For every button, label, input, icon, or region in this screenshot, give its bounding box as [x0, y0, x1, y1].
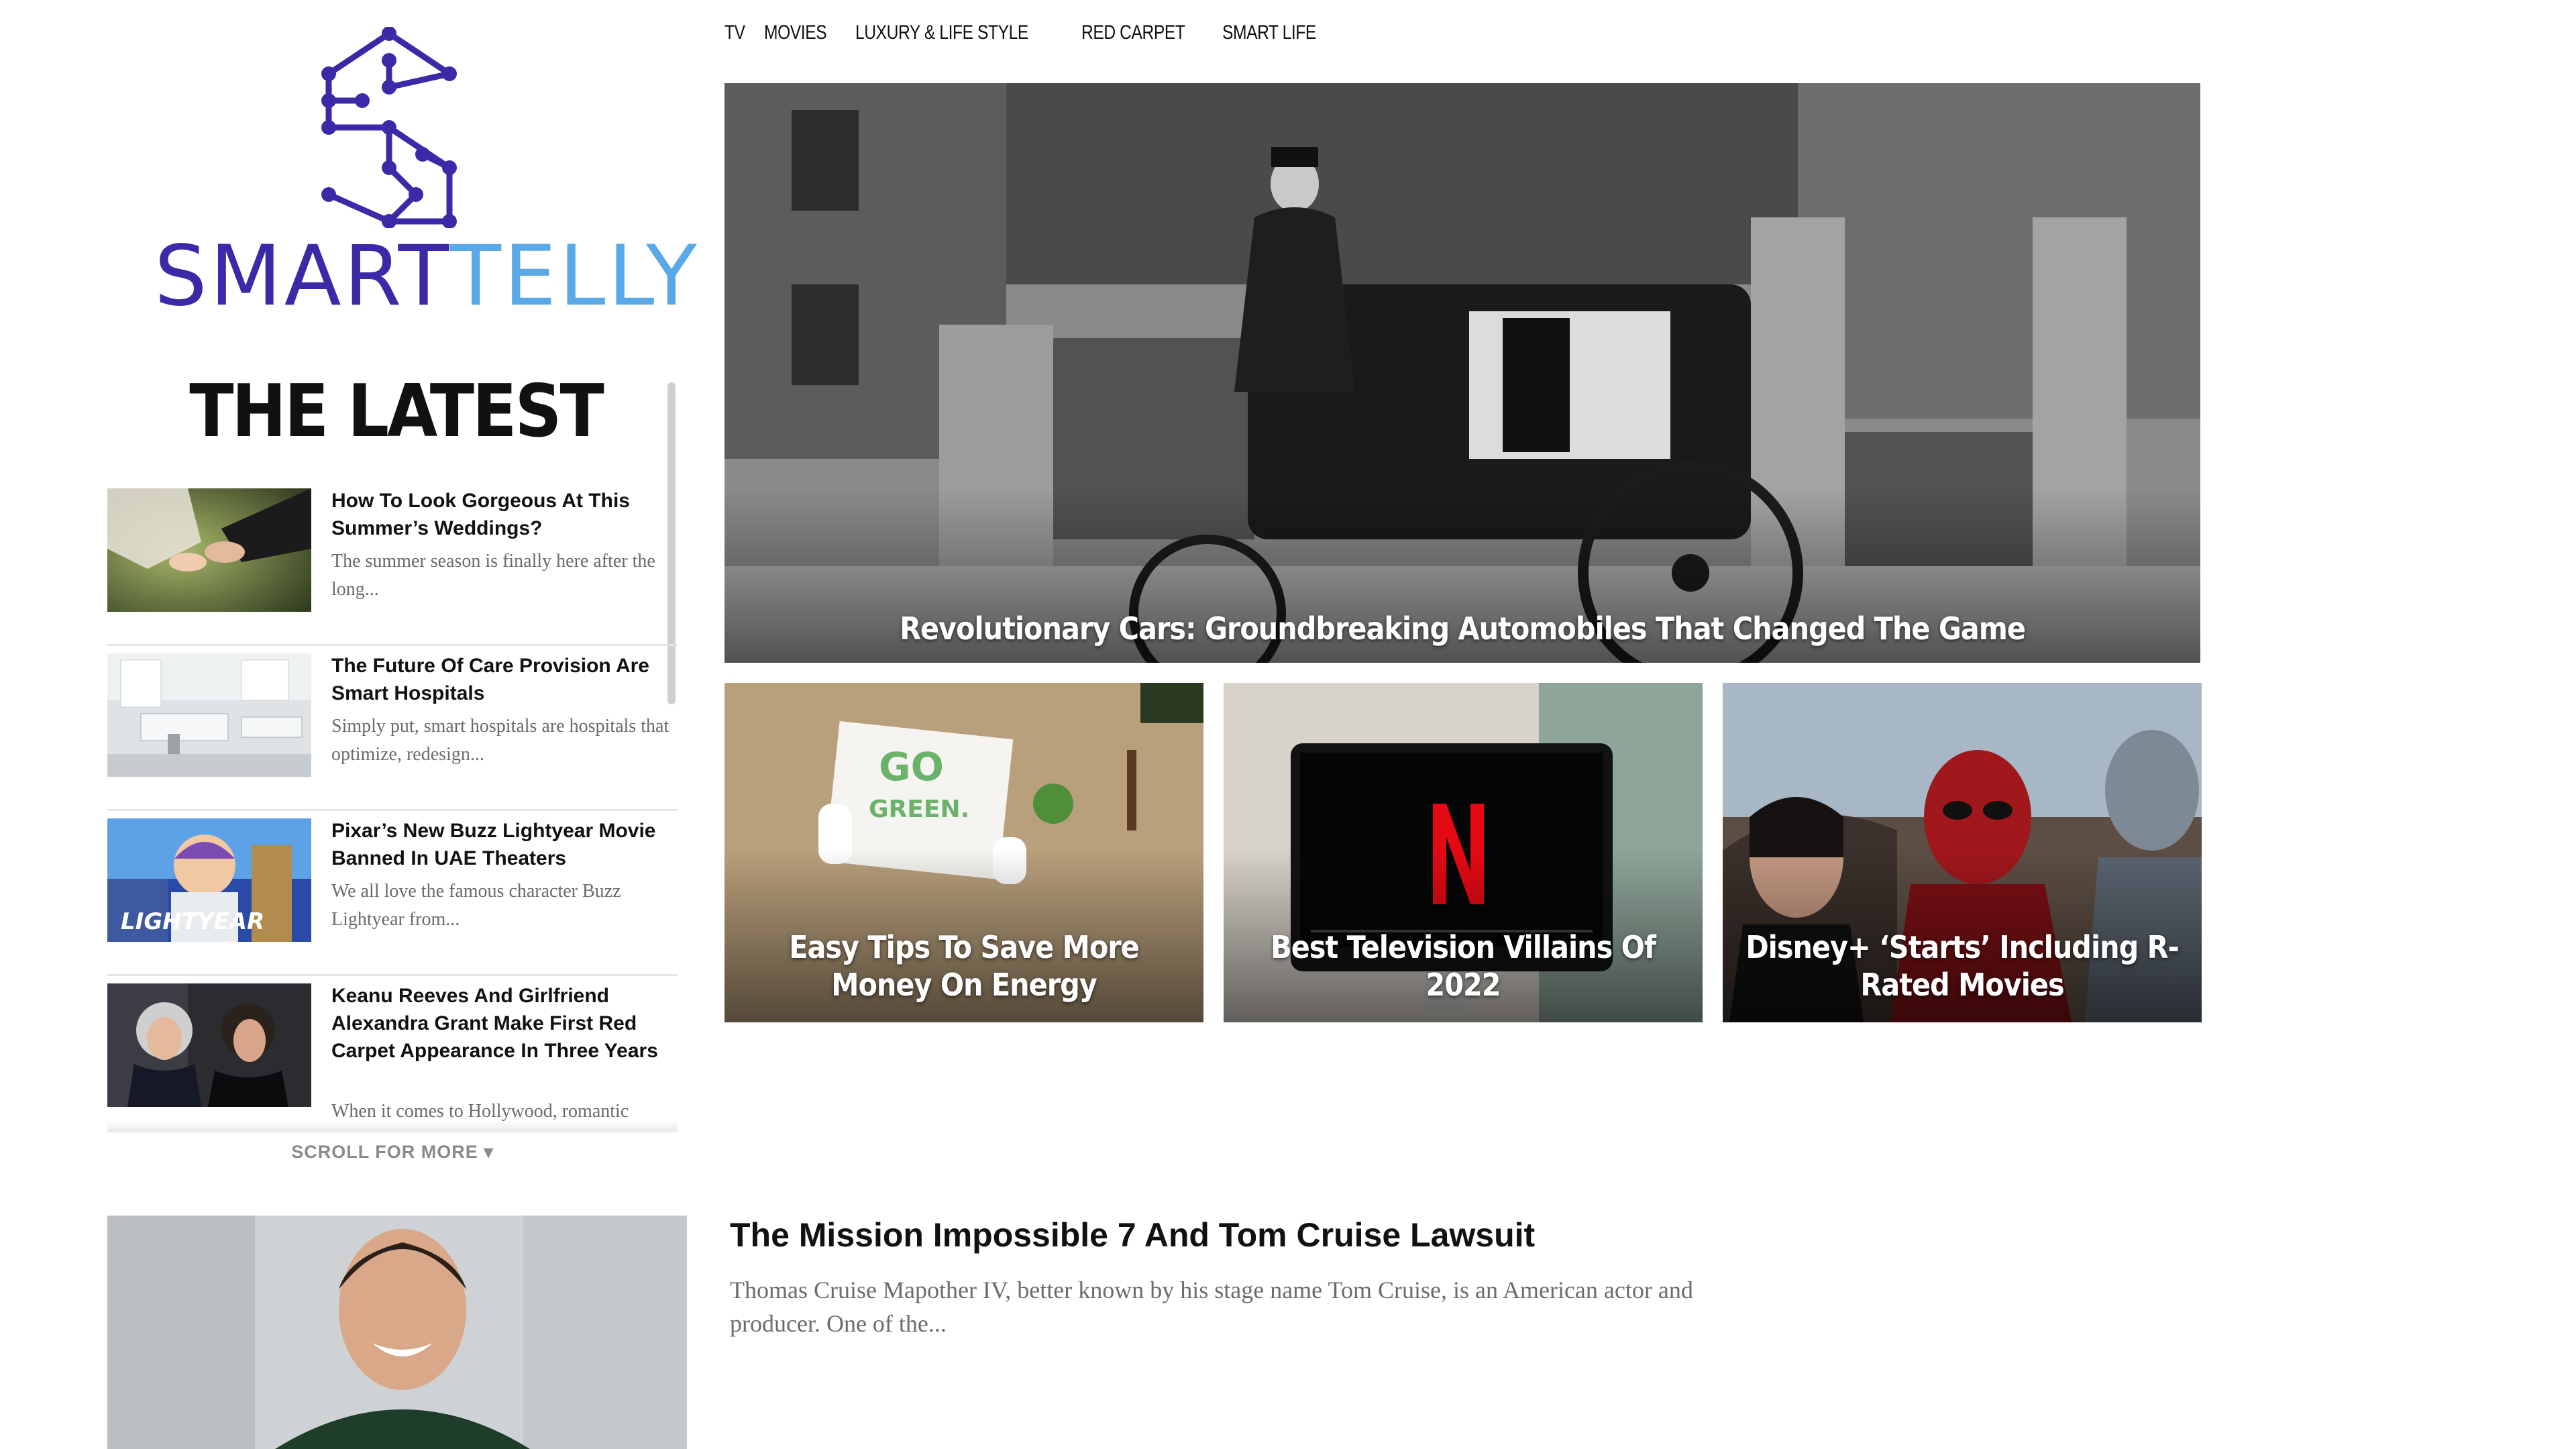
go-green-text: GO [879, 744, 944, 790]
svg-text:GREEN.: GREEN. [869, 796, 969, 823]
article-card-disney[interactable]: Disney+ ‘Starts’ Including R-Rated Movie… [1723, 683, 2202, 1022]
hero-title[interactable]: Revolutionary Cars: Groundbreaking Autom… [724, 610, 2200, 647]
item-title[interactable]: The Future Of Care Provision Are Smart H… [331, 652, 678, 707]
list-item[interactable]: How To Look Gorgeous At This Summer’s We… [107, 486, 678, 646]
article-card-villains[interactable]: Best Television Villains Of 2022 [1224, 683, 1703, 1022]
hero-article[interactable]: Revolutionary Cars: Groundbreaking Autom… [724, 83, 2200, 663]
list-item[interactable]: LIGHTYEAR Pixar’s New Buzz Lightyear Mov… [107, 816, 678, 976]
latest-list[interactable]: How To Look Gorgeous At This Summer’s We… [107, 486, 678, 1130]
list-item[interactable]: Keanu Reeves And Girlfriend Alexandra Gr… [107, 981, 678, 1130]
thumbnail-keanu[interactable] [107, 983, 311, 1107]
thumbnail-lightyear[interactable]: LIGHTYEAR [107, 818, 311, 942]
item-excerpt: We all love the famous character Buzz Li… [331, 881, 621, 930]
logo-mark-icon [321, 27, 457, 228]
main-nav: TV MOVIES LUXURY & LIFE STYLE RED CARPET… [724, 21, 1337, 44]
item-title[interactable]: Pixar’s New Buzz Lightyear Movie Banned … [331, 817, 678, 872]
article-card-energy[interactable]: GO GREEN. Easy Tips To Save More Money O… [724, 683, 1203, 1022]
logo-wordmark: SMARTTELLY [154, 235, 700, 318]
card-title[interactable]: Best Television Villains Of 2022 [1224, 928, 1703, 1004]
bottom-article-title[interactable]: The Mission Impossible 7 And Tom Cruise … [730, 1216, 1535, 1254]
item-title[interactable]: Keanu Reeves And Girlfriend Alexandra Gr… [331, 982, 678, 1065]
card-title[interactable]: Disney+ ‘Starts’ Including R-Rated Movie… [1723, 928, 2202, 1004]
scroll-for-more-button[interactable]: SCROLL FOR MORE ▾ [107, 1142, 678, 1163]
lightyear-thumb-text: LIGHTYEAR [121, 908, 264, 935]
item-excerpt: Simply put, smart hospitals are hospital… [331, 716, 669, 765]
logo-word-telly: TELLY [450, 228, 700, 325]
thumbnail-hospital[interactable] [107, 653, 311, 777]
site-logo[interactable]: SMARTTELLY [107, 27, 697, 335]
bottom-article-image[interactable] [107, 1216, 687, 1449]
logo-word-smart: SMART [154, 228, 451, 325]
list-item[interactable]: The Future Of Care Provision Are Smart H… [107, 651, 678, 811]
nav-luxury-life-style[interactable]: LUXURY & LIFE STYLE [855, 21, 1028, 44]
thumbnail-wedding[interactable] [107, 488, 311, 612]
bottom-article-excerpt: Thomas Cruise Mapother IV, better known … [730, 1277, 1693, 1337]
latest-fade [107, 1120, 678, 1132]
card-title[interactable]: Easy Tips To Save More Money On Energy [724, 928, 1203, 1004]
nav-red-carpet[interactable]: RED CARPET [1081, 21, 1185, 44]
nav-smart-life[interactable]: SMART LIFE [1222, 21, 1316, 44]
item-title[interactable]: How To Look Gorgeous At This Summer’s We… [331, 487, 678, 542]
nav-tv[interactable]: TV [724, 21, 745, 44]
tom-cruise-photo [107, 1216, 687, 1449]
item-excerpt: The summer season is finally here after … [331, 551, 655, 600]
latest-heading: THE LATEST [189, 370, 604, 453]
nav-movies[interactable]: MOVIES [764, 21, 827, 44]
